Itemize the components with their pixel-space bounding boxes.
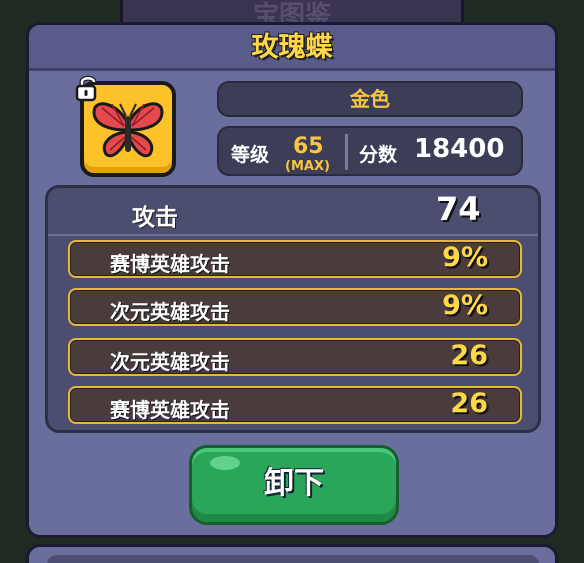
- score-value: 18400: [414, 134, 505, 164]
- sub-stat-row: 赛博英雄攻击 26: [68, 386, 522, 424]
- item-title: 玫瑰蝶: [29, 25, 555, 71]
- unlocked-padlock-icon[interactable]: [73, 73, 103, 103]
- sub-stat-value: 26: [450, 340, 488, 371]
- next-panel: [26, 544, 558, 563]
- main-stat-row: 攻击 74: [48, 188, 538, 236]
- sub-stat-value: 9%: [442, 242, 488, 273]
- sub-stat-name: 赛博英雄攻击: [110, 398, 230, 422]
- unequip-button-label: 卸下: [264, 466, 324, 501]
- sub-stat-name: 次元英雄攻击: [110, 350, 230, 374]
- sub-stat-name: 赛博英雄攻击: [110, 252, 230, 276]
- stats-panel: 攻击 74 赛博英雄攻击 9% 次元英雄攻击 9% 次元英雄攻击 26 赛博英雄…: [45, 185, 541, 433]
- sub-stat-value: 9%: [442, 290, 488, 321]
- button-shine: [210, 456, 240, 470]
- level-score-box: 等级 65 (MAX) 分数 18400: [217, 126, 523, 176]
- level-label: 等级: [231, 144, 270, 166]
- sub-stat-row: 次元英雄攻击 9%: [68, 288, 522, 326]
- sub-stat-value: 26: [450, 388, 488, 419]
- level-max-badge: (MAX): [285, 159, 330, 174]
- main-stat-name: 攻击: [132, 205, 178, 231]
- sub-stat-row: 赛博英雄攻击 9%: [68, 240, 522, 278]
- butterfly-icon: [92, 102, 164, 158]
- sub-stat-name: 次元英雄攻击: [110, 300, 230, 324]
- score-label: 分数: [359, 144, 398, 166]
- unequip-button[interactable]: 卸下: [189, 445, 399, 525]
- next-panel-inner: [47, 555, 539, 563]
- divider: [345, 134, 348, 170]
- rarity-label: 金色: [217, 81, 523, 117]
- sub-stat-row: 次元英雄攻击 26: [68, 338, 522, 376]
- main-stat-value: 74: [436, 190, 481, 228]
- level-value: 65: [293, 134, 324, 159]
- item-detail-panel: 玫瑰蝶 金色 等级 65 (MAX) 分数 18400 攻击 74 赛博英雄攻击…: [26, 22, 558, 538]
